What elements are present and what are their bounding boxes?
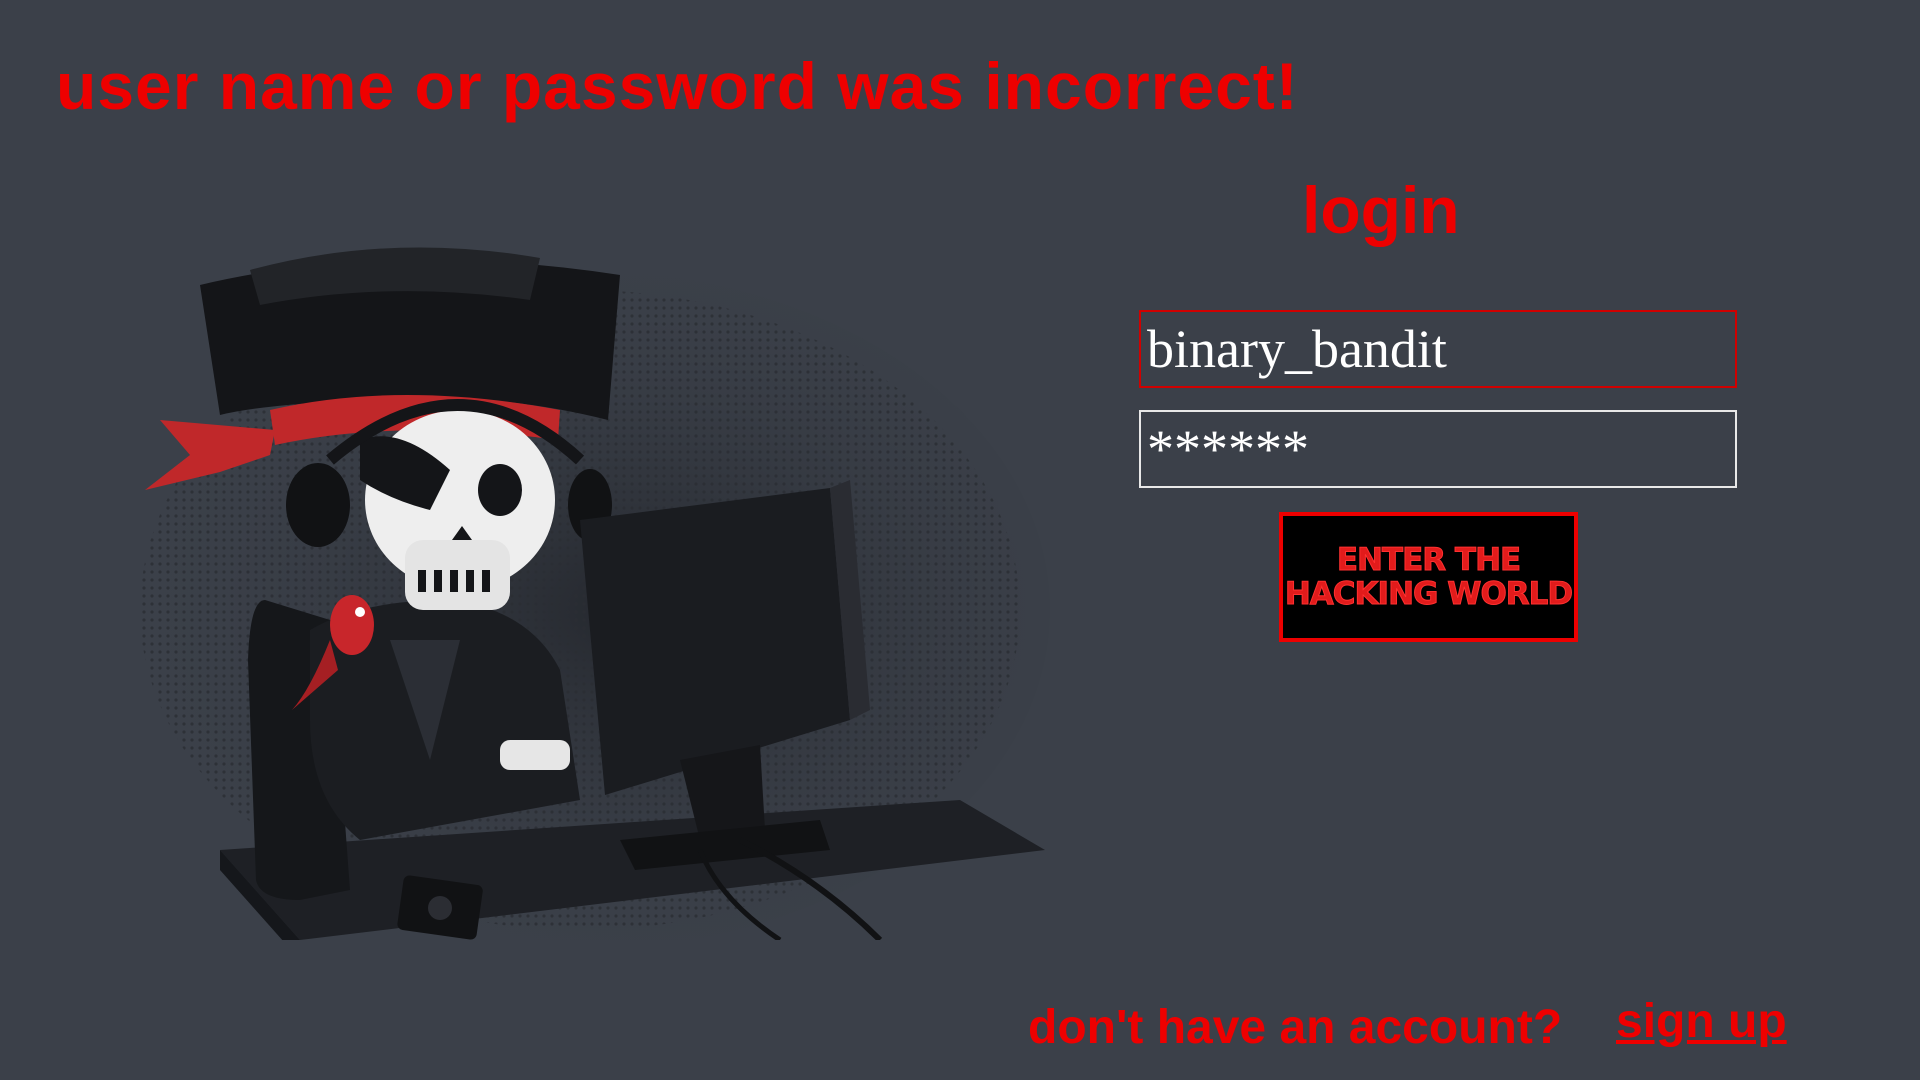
enter-button-line1: Enter the — [1336, 542, 1521, 578]
signup-link[interactable]: sign up — [1616, 994, 1787, 1049]
login-page: user name or password was incorrect! log… — [0, 0, 1920, 1080]
pirate-hacker-illustration — [110, 247, 1050, 940]
error-message: user name or password was incorrect! — [56, 49, 1299, 123]
no-account-text: don't have an account? — [1028, 1001, 1563, 1054]
username-input[interactable] — [1139, 310, 1737, 388]
password-input[interactable] — [1139, 410, 1737, 488]
enter-button-line2: Hacking World — [1284, 576, 1573, 612]
enter-hacking-world-button[interactable]: Enter the Hacking World — [1279, 512, 1578, 642]
login-title: login — [1302, 173, 1460, 247]
